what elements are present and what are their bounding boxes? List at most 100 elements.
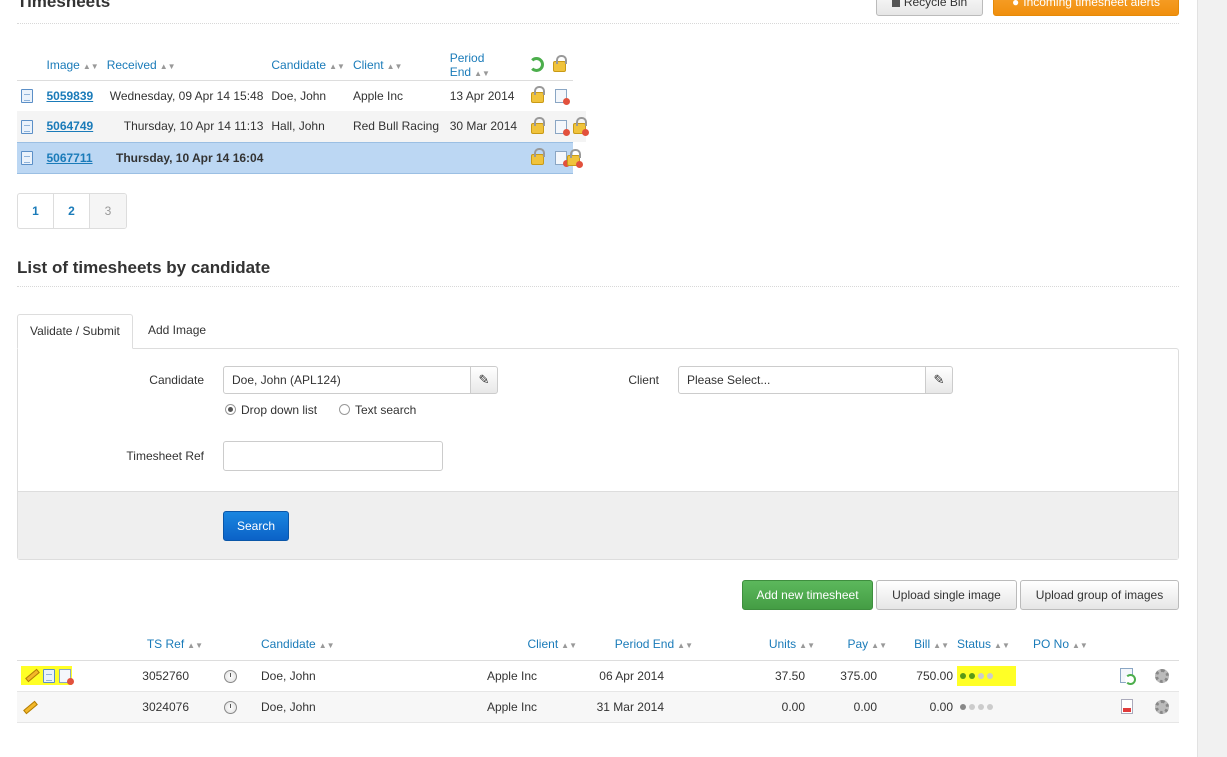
lock-icon[interactable] [530,86,545,104]
table-row[interactable]: 3052760 Doe, John Apple Inc 06 Apr 2014 … [17,660,1179,692]
search-button[interactable]: Search [223,511,289,541]
timesheets-table: TS Ref ▲▼ Candidate ▲▼ Client ▲▼ Period End… [17,629,1179,723]
image-link[interactable]: 5059839 [46,89,93,103]
page-3[interactable]: 3 [90,194,126,228]
scrollbar[interactable] [1197,0,1227,757]
col-po-no[interactable]: PO No ▲▼ [1029,629,1109,661]
candidate-cell: Doe, John [257,660,426,692]
upload-group-images-button[interactable]: Upload group of images [1020,580,1179,610]
table-row[interactable]: 5059839 Wednesday, 09 Apr 14 15:48 Doe, … [17,80,586,111]
clock-icon[interactable] [223,669,237,683]
upload-single-image-button[interactable]: Upload single image [876,580,1017,610]
client-cell: Apple Inc [426,660,581,692]
document-delete-icon[interactable] [555,89,571,106]
candidate-label: Candidate [149,373,204,387]
col-bill[interactable]: Bill ▲▼ [891,629,953,661]
col-period-end[interactable]: Period End ▲▼ [581,629,697,661]
lock-icon[interactable] [549,50,573,81]
timesheet-ref-input[interactable] [223,441,443,471]
client-edit-button[interactable]: ✎ [925,366,953,394]
col-pay[interactable]: Pay ▲▼ [819,629,891,661]
trash-icon [891,0,900,7]
clock-icon[interactable] [223,700,237,714]
col-candidate[interactable]: Candidate ▲▼ [257,629,426,661]
col-received[interactable]: Received ▲▼ [102,50,268,81]
col-period-end[interactable]: Period End ▲▼ [445,50,526,81]
edit-pencil-icon[interactable] [23,700,38,715]
section-title: List of timesheets by candidate [17,258,271,277]
radio-dropdown-list[interactable]: Drop down list [225,403,317,417]
col-client[interactable]: Client ▲▼ [348,50,446,81]
ts-ref-cell: 3024076 [87,691,203,723]
document-delete-icon[interactable] [555,119,571,136]
pdf-icon[interactable] [1120,699,1133,715]
image-link[interactable]: 5067711 [46,151,92,165]
edit-pencil-icon[interactable] [25,669,40,683]
table-row[interactable]: 3024076 Doe, John Apple Inc 31 Mar 2014 … [17,691,1179,723]
document-icon[interactable] [21,89,33,104]
candidate-cell: Doe, John [257,691,426,723]
incoming-alerts-button[interactable]: ● Incoming timesheet alerts [993,0,1179,16]
divider [17,286,1179,287]
period-end-cell: 30 Mar 2014 [445,111,526,142]
document-icon[interactable] [43,668,56,683]
status-indicator [957,700,996,714]
gear-icon[interactable] [1154,668,1169,683]
pencil-icon: ✎ [478,372,490,387]
client-cell [348,141,446,174]
tab-validate-submit[interactable]: Validate / Submit [17,314,133,349]
document-icon[interactable] [21,119,33,134]
unlock-icon[interactable] [567,149,583,168]
resubmit-icon[interactable] [1120,668,1136,686]
gear-icon[interactable] [1154,699,1169,714]
page-title: Timesheets [17,0,111,11]
recycle-bin-button[interactable]: Recycle Bin [876,0,983,16]
col-image[interactable]: Image ▲▼ [42,50,103,81]
received-cell: Wednesday, 09 Apr 14 15:48 [109,88,264,103]
search-panel: Candidate Doe, John (APL124) ✎ Drop down… [17,348,1179,560]
tab-add-image[interactable]: Add Image [136,314,218,349]
radio-text-search[interactable]: Text search [339,403,416,417]
pencil-icon: ✎ [933,372,945,387]
table-row-selected[interactable]: 5067711 Thursday, 10 Apr 14 16:04 [17,141,586,174]
client-cell: Apple Inc [352,88,403,103]
status-indicator [957,665,1016,686]
received-cell: Thursday, 10 Apr 14 11:13 [102,111,268,142]
lock-icon[interactable] [530,116,545,134]
candidate-cell: Doe, John [271,88,327,103]
col-ts-ref[interactable]: TS Ref ▲▼ [87,629,203,661]
panel-footer [18,491,1178,559]
client-select[interactable]: Please Select... [678,366,926,394]
col-client[interactable]: Client ▲▼ [426,629,581,661]
bill-cell: 750.00 [891,660,953,692]
add-new-timesheet-button[interactable]: Add new timesheet [742,580,873,610]
period-end-cell: 31 Mar 2014 [581,691,697,723]
candidate-select[interactable]: Doe, John (APL124) [223,366,471,394]
image-link[interactable]: 5064749 [46,119,93,133]
client-cell: Apple Inc [426,691,581,723]
client-cell: Red Bull Racing [348,111,446,142]
col-units[interactable]: Units ▲▼ [697,629,819,661]
divider [17,23,1179,24]
recycle-bin-label: Recycle Bin [903,0,968,9]
candidate-cell [267,141,349,174]
pagination: 1 2 3 [17,193,127,229]
document-delete-icon[interactable] [555,150,571,167]
page-2[interactable]: 2 [54,194,90,228]
period-end-cell: 13 Apr 2014 [449,88,515,103]
ts-ref-cell: 3052760 [87,660,203,692]
page-1[interactable]: 1 [18,194,54,228]
unlock-icon[interactable] [573,117,589,137]
period-end-cell [445,141,526,174]
candidate-edit-button[interactable]: ✎ [470,366,498,394]
lock-icon[interactable] [530,148,545,166]
col-status[interactable]: Status ▲▼ [953,629,1029,661]
document-icon[interactable] [21,150,33,165]
table-row[interactable]: 5064749 Thursday, 10 Apr 14 11:13 Hall, … [17,111,589,142]
document-delete-icon[interactable] [58,668,74,685]
timesheet-ref-label: Timesheet Ref [126,449,204,463]
candidate-cell: Hall, John [267,111,349,142]
refresh-icon[interactable] [525,50,550,81]
received-cell: Thursday, 10 Apr 14 16:04 [102,141,268,174]
col-candidate[interactable]: Candidate ▲▼ [267,50,349,81]
